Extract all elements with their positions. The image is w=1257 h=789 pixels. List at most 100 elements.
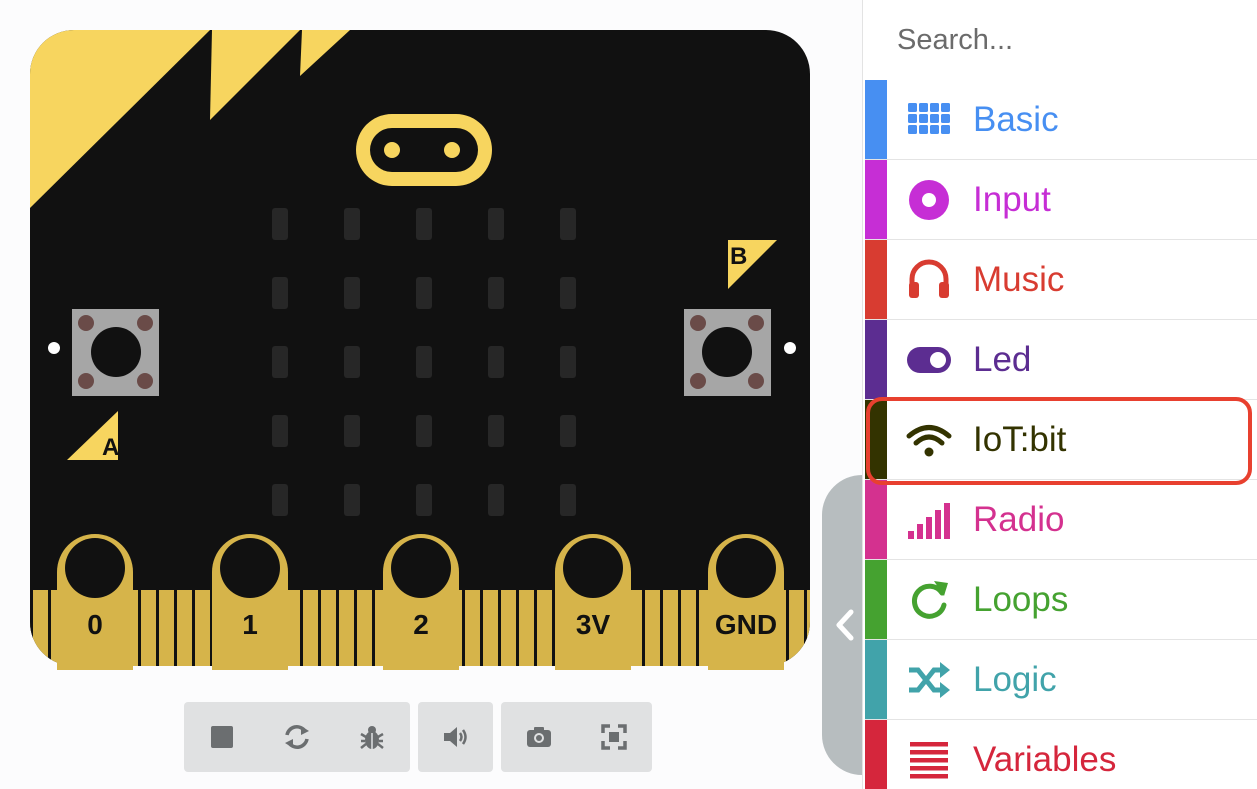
category-label: Music [973, 259, 1065, 299]
category-color-bar [865, 160, 887, 239]
edge-finger-gap [174, 590, 177, 666]
led-1-0 [272, 277, 288, 309]
debug-button[interactable] [334, 702, 409, 772]
category-label: Input [973, 179, 1051, 219]
edge-finger-gap [462, 590, 465, 666]
refresh-icon [905, 576, 953, 624]
led-3-3 [488, 415, 504, 447]
led-0-1 [344, 208, 360, 240]
edge-finger-gap [192, 590, 195, 666]
wifi-icon [905, 416, 953, 464]
pin-label: 0 [87, 609, 103, 640]
fullscreen-button[interactable] [576, 702, 651, 772]
chevron-left-icon [836, 609, 854, 641]
led-2-0 [272, 346, 288, 378]
category-color-bar [865, 720, 887, 789]
grid-icon [905, 96, 953, 144]
category-color-bar [865, 560, 887, 639]
button-a[interactable] [72, 309, 159, 396]
led-0-2 [416, 208, 432, 240]
led-2-1 [344, 346, 360, 378]
category-logic[interactable]: Logic [865, 640, 1257, 720]
list-icon [905, 736, 953, 784]
restart-button[interactable] [259, 702, 334, 772]
led-4-1 [344, 484, 360, 516]
led-4-0 [272, 484, 288, 516]
sound-icon [443, 727, 467, 747]
pin-label: 3V [576, 609, 611, 640]
led-2-2 [416, 346, 432, 378]
edge-finger-gap [786, 590, 789, 666]
sim-controls-group [184, 702, 410, 772]
pin-2[interactable]: 2 [383, 534, 459, 670]
led-1-2 [416, 277, 432, 309]
stop-icon [210, 726, 233, 748]
pin-gnd[interactable]: GND [708, 534, 784, 670]
edge-finger-gap [318, 590, 321, 666]
debug-icon [359, 726, 384, 749]
mute-button[interactable] [418, 702, 493, 772]
edge-finger-gap [300, 590, 303, 666]
microbit-logo-icon[interactable] [356, 114, 492, 186]
button-b[interactable] [684, 309, 771, 396]
led-1-1 [344, 277, 360, 309]
edge-finger-gap [30, 590, 33, 666]
headphones-icon [905, 256, 953, 304]
edge-finger-gap [516, 590, 519, 666]
led-0-4 [560, 208, 576, 240]
pin-3v[interactable]: 3V [555, 534, 631, 670]
edge-finger-gap [696, 590, 699, 666]
led-3-2 [416, 415, 432, 447]
category-label: Basic [973, 99, 1059, 139]
category-variables[interactable]: Variables [865, 720, 1257, 789]
edge-finger-gap [336, 590, 339, 666]
edge-finger-gap [534, 590, 537, 666]
search-input[interactable] [895, 22, 1257, 58]
category-led[interactable]: Led [865, 320, 1257, 400]
category-label: Loops [973, 579, 1069, 619]
microbit-board[interactable]: A B 0 1 2 3V GND [30, 30, 810, 670]
edge-finger-gap [678, 590, 681, 666]
category-basic[interactable]: Basic [865, 80, 1257, 160]
led-4-4 [560, 484, 576, 516]
category-label: Radio [973, 499, 1065, 539]
led-0-3 [488, 208, 504, 240]
pin-label: GND [715, 609, 777, 640]
screenshot-button[interactable] [501, 702, 576, 772]
button-b-indicator [784, 342, 796, 354]
edge-finger-gap [48, 590, 51, 666]
pin-label: 2 [413, 609, 429, 640]
category-color-bar [865, 80, 887, 159]
edge-finger-gap [642, 590, 645, 666]
led-3-1 [344, 415, 360, 447]
pin-0[interactable]: 0 [57, 534, 133, 670]
edge-finger-gap [354, 590, 357, 666]
category-color-bar [865, 480, 887, 559]
edge-finger-gap [804, 590, 807, 666]
led-1-3 [488, 277, 504, 309]
capture-group [501, 702, 652, 772]
fullscreen-icon [600, 724, 627, 750]
button-b-label: B [730, 243, 747, 270]
restart-icon [284, 725, 309, 749]
category-label: IoT:bit [973, 419, 1067, 459]
led-2-3 [488, 346, 504, 378]
circle-dot-icon [905, 176, 953, 224]
category-color-bar [865, 640, 887, 719]
category-music[interactable]: Music [865, 240, 1257, 320]
led-1-4 [560, 277, 576, 309]
toolbox: Basic Input Music Led IoT:bit Radio Loops L… [862, 0, 1257, 789]
led-4-2 [416, 484, 432, 516]
stop-button[interactable] [184, 702, 259, 772]
button-a-indicator [48, 342, 60, 354]
led-3-0 [272, 415, 288, 447]
category-input[interactable]: Input [865, 160, 1257, 240]
category-iot-bit[interactable]: IoT:bit [865, 400, 1257, 480]
category-label: Logic [973, 659, 1057, 699]
pin-1[interactable]: 1 [212, 534, 288, 670]
category-radio[interactable]: Radio [865, 480, 1257, 560]
edge-finger-gap [372, 590, 375, 666]
led-0-0 [272, 208, 288, 240]
edge-finger-gap [552, 590, 555, 666]
category-loops[interactable]: Loops [865, 560, 1257, 640]
